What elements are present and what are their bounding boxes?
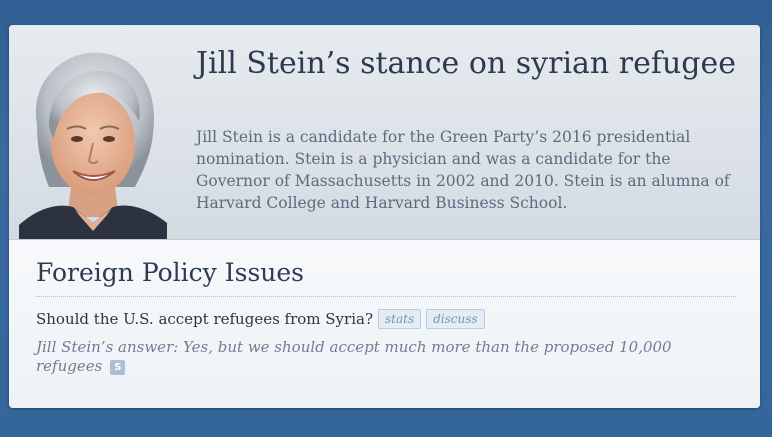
- page-title: Jill Stein’s stance on syrian refugee: [196, 46, 737, 81]
- section-divider: [36, 296, 736, 297]
- stats-button[interactable]: stats: [378, 309, 422, 329]
- candidate-description: Jill Stein is a candidate for the Green …: [196, 128, 730, 212]
- issue-question[interactable]: Should the U.S. accept refugees from Syr…: [36, 310, 373, 328]
- answer-text: Jill Stein’s answer: Yes, but we should …: [36, 338, 672, 375]
- issues-section: Foreign Policy Issues Should the U.S. ac…: [9, 240, 760, 408]
- source-badge[interactable]: S: [110, 359, 126, 375]
- candidate-card: Jill Stein’s stance on syrian refugee Ji…: [9, 25, 760, 408]
- candidate-answer: Jill Stein’s answer: Yes, but we should …: [36, 338, 726, 376]
- candidate-portrait: [19, 52, 167, 239]
- section-title: Foreign Policy Issues: [36, 258, 305, 287]
- issue-question-row: Should the U.S. accept refugees from Syr…: [36, 309, 485, 329]
- discuss-button[interactable]: discuss: [426, 309, 485, 329]
- candidate-header: Jill Stein’s stance on syrian refugee Ji…: [9, 25, 760, 240]
